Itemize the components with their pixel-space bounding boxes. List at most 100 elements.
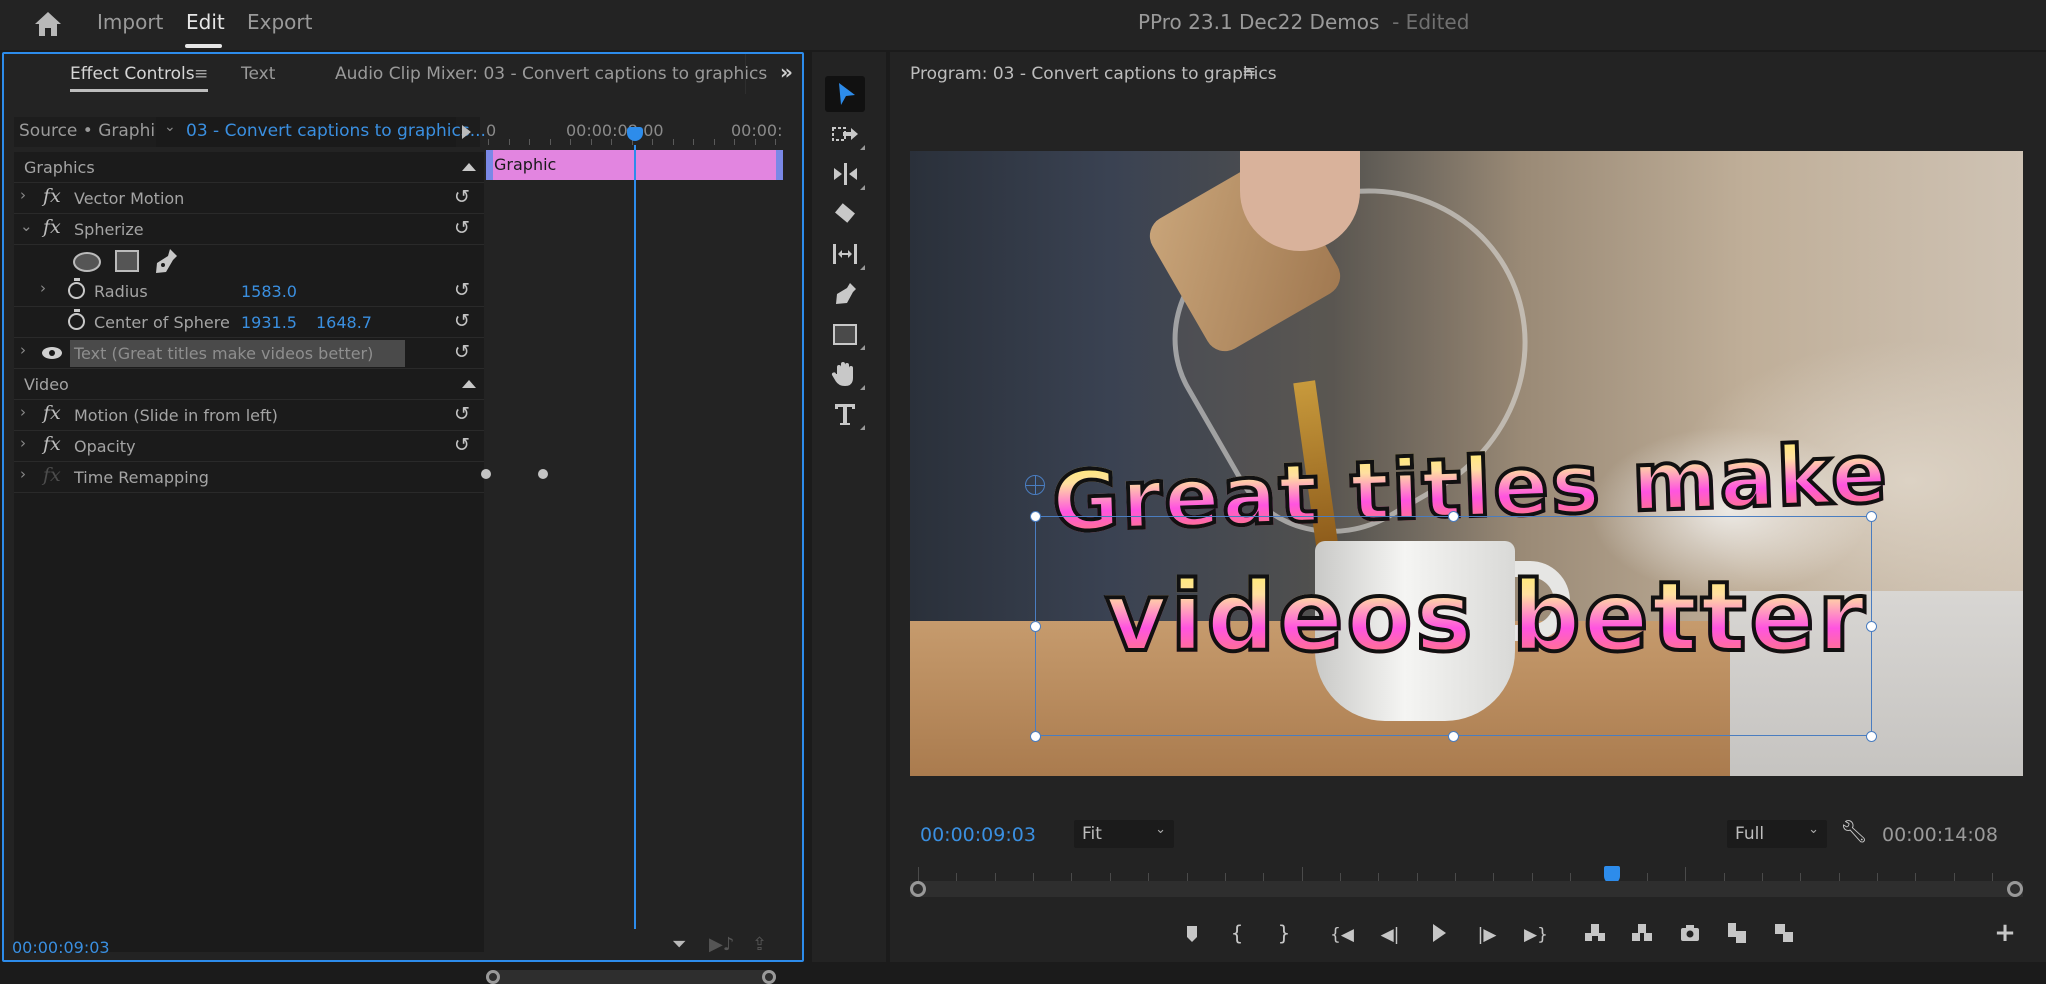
scroll-handle-left[interactable] (486, 970, 500, 984)
fx-icon[interactable]: fx (43, 464, 61, 486)
scroll-handle-left[interactable] (910, 881, 926, 897)
ellipse-mask-icon[interactable] (73, 252, 101, 272)
expand-chevron-icon[interactable]: › (20, 403, 26, 421)
nav-export[interactable]: Export (247, 10, 312, 34)
step-back-button[interactable]: ◀| (1375, 918, 1405, 948)
panel-overflow-icon[interactable]: » (780, 60, 793, 84)
collapse-chevron-icon[interactable]: ⌄ (20, 217, 33, 235)
mark-out-button[interactable]: } (1269, 918, 1299, 948)
keyframe-marker[interactable] (538, 469, 548, 479)
monitor-zoom-scrollbar[interactable] (910, 881, 2023, 897)
tab-effect-controls[interactable]: Effect Controls (70, 64, 195, 84)
video-frame[interactable]: Great titles make videos better (910, 151, 2023, 776)
section-graphics[interactable]: Graphics (14, 152, 484, 183)
playback-resolution-dropdown[interactable]: Full ⌄ (1727, 820, 1827, 848)
effect-controls-timecode[interactable]: 00:00:09:03 (12, 938, 110, 957)
effect-controls-timeline[interactable]: 0 00:00:08:00 00:00: Graphic (481, 117, 786, 984)
type-tool[interactable] (825, 396, 865, 432)
transform-handle[interactable] (1448, 511, 1459, 522)
nav-edit[interactable]: Edit (186, 10, 225, 34)
keyframe-marker[interactable] (481, 469, 491, 479)
fx-icon[interactable]: fx (43, 185, 61, 207)
export-icon[interactable]: ⇪ (752, 934, 767, 955)
button-editor-plus[interactable]: + (1990, 918, 2020, 948)
center-y-value[interactable]: 1648.7 (316, 313, 372, 332)
reset-icon[interactable]: ↺ (454, 341, 470, 363)
pen-mask-icon[interactable] (154, 248, 178, 274)
clip-out-handle[interactable] (776, 150, 783, 180)
fx-icon[interactable]: fx (43, 433, 61, 455)
lift-button[interactable] (1580, 918, 1610, 948)
effect-row-time-remapping[interactable]: › fx Time Remapping (14, 462, 484, 493)
reset-icon[interactable]: ↺ (454, 434, 470, 456)
filter-icon[interactable]: ⏷ (672, 934, 686, 955)
expand-chevron-icon[interactable]: › (20, 186, 26, 204)
collapse-up-icon[interactable] (462, 380, 476, 388)
transform-handle[interactable] (1030, 621, 1041, 632)
reset-icon[interactable]: ↺ (454, 403, 470, 425)
timeline-zoom-scrollbar[interactable] (486, 970, 776, 984)
effect-row-spherize[interactable]: ⌄ fx Spherize ↺ (14, 214, 484, 245)
layer-name-field[interactable]: Text (Great titles make videos better) (70, 340, 405, 367)
playhead-line[interactable] (634, 145, 636, 929)
rectangle-tool[interactable] (825, 316, 865, 352)
effect-row-opacity[interactable]: › fx Opacity ↺ (14, 431, 484, 462)
mark-in-button[interactable]: { (1222, 918, 1252, 948)
expand-chevron-icon[interactable]: › (40, 279, 46, 297)
program-monitor-title[interactable]: Program: 03 - Convert captions to graphi… (910, 64, 1277, 84)
expand-chevron-icon[interactable]: › (20, 465, 26, 483)
playhead-timecode[interactable]: 00:00:09:03 (920, 824, 1036, 846)
radius-value[interactable]: 1583.0 (241, 282, 297, 301)
reset-icon[interactable]: ↺ (454, 217, 470, 239)
track-select-forward-tool[interactable] (825, 116, 865, 152)
effect-row-motion[interactable]: › fx Motion (Slide in from left) ↺ (14, 400, 484, 431)
show-timeline-toggle-icon[interactable] (462, 125, 471, 139)
insert-overwrite-button[interactable] (1722, 918, 1752, 948)
center-x-value[interactable]: 1931.5 (241, 313, 297, 332)
visibility-eye-icon[interactable] (42, 347, 62, 359)
toggle-proxies-button[interactable] (1769, 918, 1799, 948)
panel-menu-icon[interactable]: ≡ (194, 64, 208, 84)
nav-import[interactable]: Import (97, 10, 163, 34)
reset-icon[interactable]: ↺ (454, 279, 470, 301)
sequence-dropdown[interactable]: ⌄ 03 - Convert captions to graphics... (156, 117, 486, 147)
home-icon[interactable] (34, 11, 62, 37)
reset-icon[interactable]: ↺ (454, 186, 470, 208)
expand-chevron-icon[interactable]: › (20, 434, 26, 452)
step-forward-button[interactable]: |▶ (1472, 918, 1502, 948)
tab-text[interactable]: Text (241, 64, 275, 84)
add-marker-button[interactable] (1177, 918, 1207, 948)
transform-handle[interactable] (1448, 731, 1459, 742)
ripple-edit-tool[interactable] (825, 156, 865, 192)
reset-icon[interactable]: ↺ (454, 310, 470, 332)
transform-handle[interactable] (1866, 621, 1877, 632)
panel-menu-icon[interactable]: ≡ (1242, 62, 1256, 82)
fx-icon[interactable]: fx (43, 216, 61, 238)
razor-tool[interactable] (825, 196, 865, 232)
extract-button[interactable] (1627, 918, 1657, 948)
scroll-handle-right[interactable] (762, 970, 776, 984)
anchor-point-icon[interactable] (1025, 475, 1045, 495)
go-to-out-button[interactable]: ▶} (1521, 918, 1551, 948)
zoom-level-dropdown[interactable]: Fit ⌄ (1074, 820, 1174, 848)
go-to-in-button[interactable]: {◀ (1327, 918, 1357, 948)
collapse-up-icon[interactable] (462, 163, 476, 171)
clip-in-handle[interactable] (486, 150, 493, 180)
play-audio-icon[interactable]: ▶♪ (709, 934, 734, 955)
transform-handle[interactable] (1030, 731, 1041, 742)
scroll-handle-right[interactable] (2007, 881, 2023, 897)
slip-tool[interactable] (825, 236, 865, 272)
settings-wrench-icon[interactable]: 🔧︎ (1840, 820, 1868, 845)
fx-icon[interactable]: fx (43, 402, 61, 424)
transform-handle[interactable] (1030, 511, 1041, 522)
stopwatch-icon[interactable] (68, 309, 85, 330)
transform-handle[interactable] (1866, 731, 1877, 742)
play-button[interactable] (1423, 918, 1453, 948)
effect-row-vector-motion[interactable]: › fx Vector Motion ↺ (14, 183, 484, 214)
section-video[interactable]: Video (14, 369, 484, 400)
hand-tool[interactable] (825, 356, 865, 392)
transform-handle[interactable] (1866, 511, 1877, 522)
text-bounding-box[interactable] (1035, 516, 1872, 736)
pen-tool[interactable] (825, 276, 865, 312)
layer-row-text[interactable]: › Text (Great titles make videos better)… (14, 338, 484, 369)
